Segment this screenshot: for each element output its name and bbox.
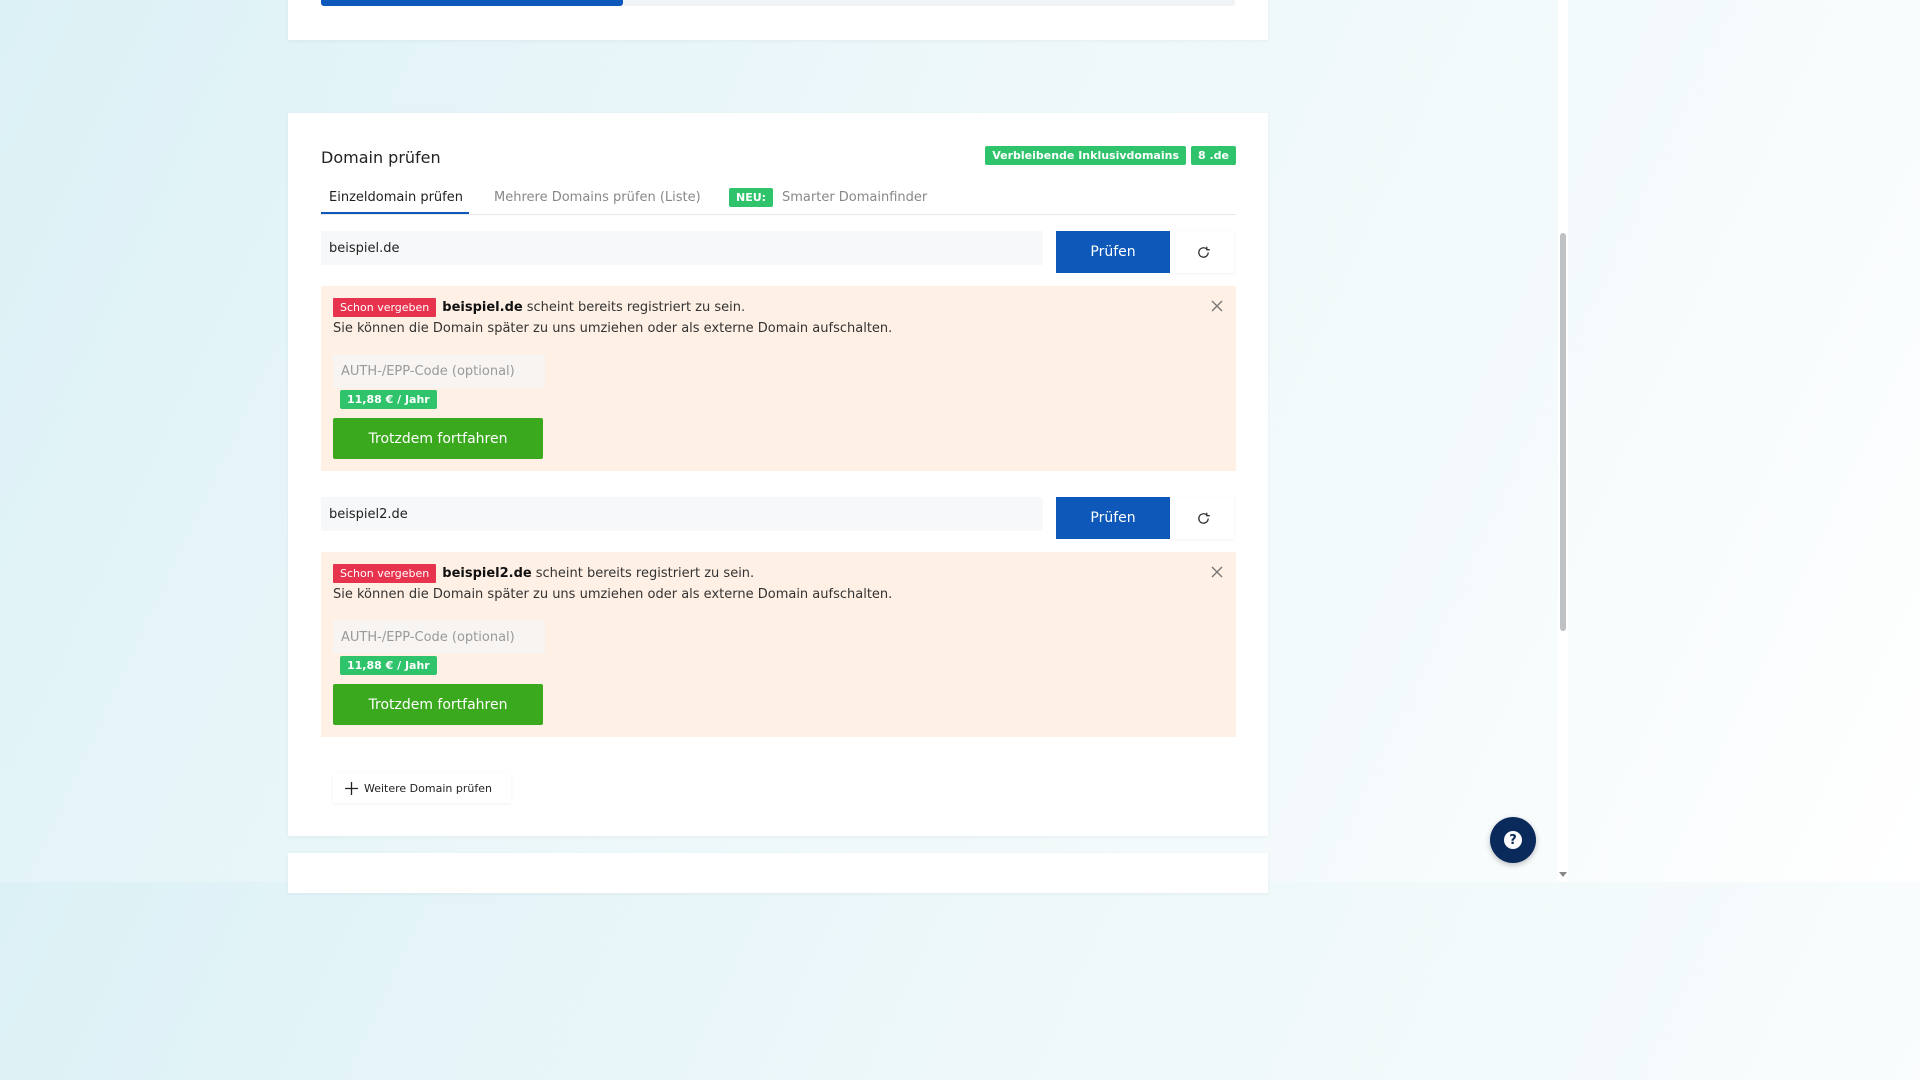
question-icon: ? [1504, 831, 1522, 849]
result-hint: Sie können die Domain später zu uns umzi… [333, 587, 893, 602]
result-domain: beispiel.de [442, 300, 523, 315]
add-domain-button[interactable]: Weitere Domain prüfen [333, 773, 511, 803]
active-tab-indicator [321, 212, 469, 214]
domain-input[interactable] [321, 231, 1043, 265]
help-button[interactable]: ? [1490, 817, 1536, 863]
tab-bar: Einzeldomain prüfen Mehrere Domains prüf… [321, 185, 1236, 215]
reset-button[interactable] [1172, 231, 1234, 273]
status-badge: Schon vergeben [333, 564, 437, 583]
auth-code-input[interactable] [333, 620, 545, 654]
add-domain-label: Weitere Domain prüfen [364, 781, 492, 795]
reset-button[interactable] [1172, 497, 1234, 539]
result-status-line: Schon vergeben beispiel.de scheint berei… [333, 298, 745, 317]
price-badge: 11,88 € / Jahr [340, 390, 437, 409]
result-domain: beispiel2.de [442, 566, 532, 581]
result-hint: Sie können die Domain später zu uns umzi… [333, 321, 893, 336]
next-card [288, 853, 1268, 893]
new-badge: NEU: [729, 188, 774, 207]
continue-anyway-button[interactable]: Trotzdem fortfahren [333, 418, 543, 459]
tab-multiple-domains[interactable]: Mehrere Domains prüfen (Liste) [494, 190, 701, 205]
result-panel: Schon vergeben beispiel2.de scheint bere… [321, 552, 1236, 737]
refresh-icon [1197, 512, 1210, 524]
auth-code-input[interactable] [333, 354, 545, 388]
result-message: scheint bereits registriert zu sein. [535, 566, 755, 581]
close-icon[interactable] [1210, 565, 1224, 579]
progress-track [321, 0, 1235, 6]
status-badge: Schon vergeben [333, 298, 437, 317]
top-card [288, 0, 1268, 40]
scrollbar-thumb[interactable] [1560, 233, 1566, 631]
quota-label: Verbleibende Inklusivdomains [985, 146, 1186, 165]
quota-badges: Verbleibende Inklusivdomains 8 .de [985, 146, 1236, 165]
tab-single-domain[interactable]: Einzeldomain prüfen [329, 190, 463, 205]
result-message: scheint bereits registriert zu sein. [526, 300, 746, 315]
progress-fill [321, 0, 623, 6]
scroll-down-arrow-icon[interactable] [1559, 872, 1567, 877]
tab-smart-domainfinder[interactable]: Smarter Domainfinder [782, 190, 927, 205]
check-button[interactable]: Prüfen [1056, 231, 1170, 273]
check-button[interactable]: Prüfen [1056, 497, 1170, 539]
price-badge: 11,88 € / Jahr [340, 656, 437, 675]
domain-input[interactable] [321, 497, 1043, 531]
quota-value: 8 .de [1191, 146, 1236, 165]
close-icon[interactable] [1210, 299, 1224, 313]
refresh-icon [1197, 246, 1210, 258]
section-title: Domain prüfen [321, 148, 441, 167]
plus-icon [345, 781, 358, 795]
continue-anyway-button[interactable]: Trotzdem fortfahren [333, 684, 543, 725]
scrollbar[interactable] [1558, 0, 1568, 882]
domain-check-card: Domain prüfen Verbleibende Inklusivdomai… [288, 113, 1268, 836]
result-panel: Schon vergeben beispiel.de scheint berei… [321, 286, 1236, 471]
result-status-line: Schon vergeben beispiel2.de scheint bere… [333, 564, 754, 583]
